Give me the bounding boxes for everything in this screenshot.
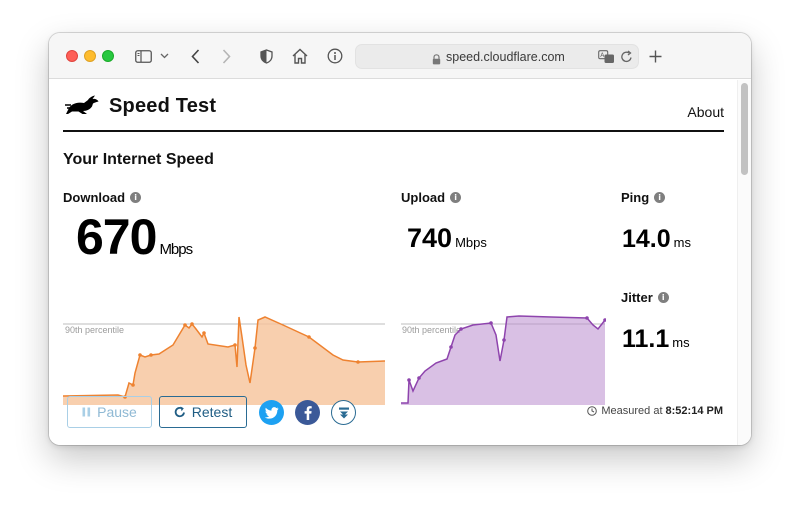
upload-label: Upload i (401, 190, 462, 205)
download-chart: 90th percentile (63, 316, 386, 405)
ping-label-text: Ping (621, 190, 650, 205)
upload-unit: Mbps (455, 235, 487, 250)
chevron-down-icon[interactable] (157, 44, 171, 68)
jitter-value: 11.1 (622, 325, 670, 353)
privacy-shield-icon[interactable] (256, 44, 276, 68)
address-bar[interactable]: speed.cloudflare.com A (355, 44, 639, 69)
download-unit: Mbps (159, 241, 193, 258)
pause-label: Pause (97, 404, 137, 420)
download-results-button[interactable] (331, 400, 356, 425)
home-icon[interactable] (289, 44, 311, 68)
browser-window: speed.cloudflare.com A Speed Test About … (49, 33, 751, 445)
jitter-label-text: Jitter (621, 290, 653, 305)
reload-icon[interactable] (620, 50, 633, 69)
twitter-icon (264, 406, 278, 419)
facebook-icon (304, 405, 312, 420)
download-value: 670 (76, 209, 157, 265)
upload-label-text: Upload (401, 190, 446, 205)
zoom-window-button[interactable] (102, 50, 114, 62)
upload-info-icon[interactable]: i (450, 192, 462, 203)
download-label: Download i (63, 190, 142, 205)
jitter-label: Jitter i (621, 290, 669, 305)
ping-label: Ping i (621, 190, 666, 205)
pause-button[interactable]: Pause (67, 396, 152, 428)
minimize-window-button[interactable] (84, 50, 96, 62)
page-content: Speed Test About Your Internet Speed Dow… (49, 80, 751, 445)
rabbit-logo-icon (65, 93, 101, 120)
download-info-icon[interactable]: i (130, 192, 142, 203)
retest-label: Retest (191, 404, 233, 420)
translate-icon[interactable]: A (598, 50, 615, 69)
upload-chart: 90th percentile (401, 315, 606, 405)
scrollbar[interactable] (737, 80, 751, 445)
about-link[interactable]: About (687, 104, 724, 120)
clock-icon (587, 406, 598, 416)
measured-timestamp: Measured at 8:52:14 PM (587, 405, 723, 417)
lock-icon (432, 52, 441, 70)
ping-info-icon[interactable]: i (654, 192, 666, 203)
site-title: Speed Test (109, 95, 217, 117)
retest-button[interactable]: Retest (159, 396, 247, 428)
jitter-unit: ms (672, 335, 690, 350)
pause-icon (82, 407, 91, 417)
upload-speed: 740 Mbps (407, 223, 487, 254)
jitter-info-icon[interactable]: i (657, 292, 669, 303)
url-text: speed.cloudflare.com (446, 50, 565, 64)
sidebar-icon[interactable] (133, 44, 153, 68)
measured-label: Measured at (601, 405, 663, 417)
section-title: Your Internet Speed (63, 151, 214, 168)
jitter-speed: 11.1 ms (622, 325, 690, 354)
download-label-text: Download (63, 190, 126, 205)
retest-icon (174, 406, 185, 418)
browser-toolbar: speed.cloudflare.com A (49, 33, 751, 79)
back-icon[interactable] (185, 44, 205, 68)
twitter-share-button[interactable] (259, 400, 284, 425)
upload-value: 740 (407, 223, 453, 253)
scrollbar-thumb[interactable] (741, 83, 748, 175)
header-divider (63, 130, 724, 132)
measured-time: 8:52:14 PM (665, 405, 723, 417)
download-percentile-label: 90th percentile (65, 325, 124, 335)
forward-icon[interactable] (216, 44, 236, 68)
ping-unit: ms (673, 235, 692, 250)
upload-percentile-label: 90th percentile (402, 325, 461, 335)
close-window-button[interactable] (66, 50, 78, 62)
ping-value: 14.0 (622, 225, 671, 253)
info-circle-icon[interactable] (325, 44, 345, 68)
ping-speed: 14.0 ms (622, 225, 691, 254)
download-icon (338, 407, 349, 418)
download-speed: 670 Mbps (76, 208, 193, 266)
new-tab-plus-icon[interactable] (645, 44, 665, 68)
facebook-share-button[interactable] (295, 400, 320, 425)
